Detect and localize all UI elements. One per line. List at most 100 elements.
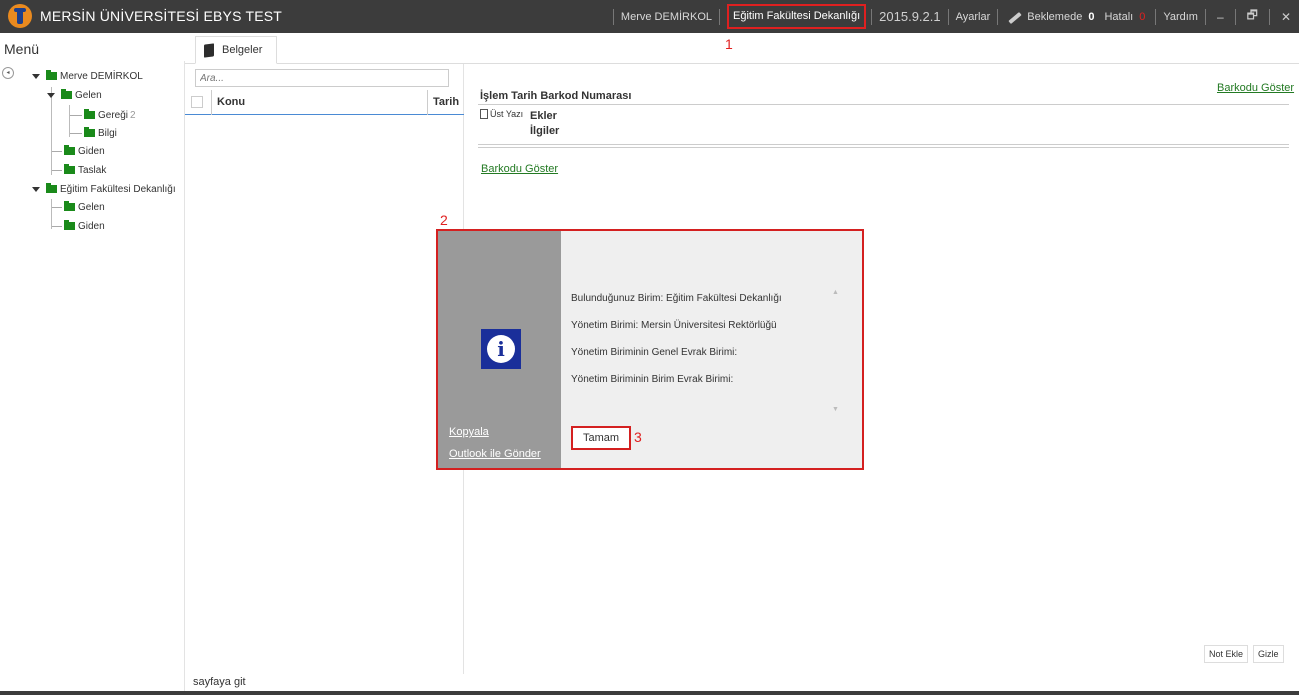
tree-item-user-root[interactable]: Merve DEMİRKOL bbox=[32, 67, 143, 85]
detail-header: İşlem Tarih Barkod Numarası bbox=[480, 90, 632, 102]
tree-label: Giden bbox=[78, 145, 105, 157]
current-unit-button[interactable]: Eğitim Fakültesi Dekanlığı bbox=[727, 4, 867, 29]
tree-connector bbox=[52, 225, 62, 227]
pending-label[interactable]: Beklemede bbox=[1027, 11, 1082, 23]
pending-count: 0 bbox=[1088, 10, 1095, 23]
column-separator bbox=[427, 90, 428, 115]
message-line: Yönetim Biriminin Genel Evrak Birimi: bbox=[571, 347, 738, 358]
separator bbox=[1155, 8, 1157, 25]
message-line: Yönetim Birimi: Mersin Üniversitesi Rekt… bbox=[571, 320, 777, 331]
scroll-down-icon[interactable]: ▼ bbox=[832, 406, 839, 413]
separator bbox=[871, 8, 873, 25]
tree-connector bbox=[52, 169, 62, 171]
column-separator bbox=[211, 90, 212, 115]
tree-item-gelen[interactable]: Gelen bbox=[47, 86, 102, 104]
hide-button[interactable]: Gizle bbox=[1253, 645, 1284, 663]
annotation-marker-1: 1 bbox=[725, 36, 733, 52]
help-link[interactable]: Yardım bbox=[1163, 11, 1198, 23]
column-header-konu[interactable]: Konu bbox=[217, 96, 245, 108]
tree-label: Giden bbox=[78, 220, 105, 232]
folder-icon bbox=[61, 89, 72, 99]
divider bbox=[478, 147, 1289, 148]
separator bbox=[719, 8, 720, 25]
error-count: 0 bbox=[1139, 10, 1146, 23]
tree-connector bbox=[70, 114, 82, 116]
current-user[interactable]: Merve DEMİRKOL bbox=[621, 11, 712, 23]
tree-connector bbox=[52, 206, 62, 208]
send-outlook-link[interactable]: Outlook ile Gönder bbox=[449, 448, 541, 460]
message-scrollbar[interactable]: ▲ ▼ bbox=[829, 289, 841, 413]
separator bbox=[997, 8, 999, 25]
info-glyph: i bbox=[487, 335, 515, 363]
tree-item-unit-giden[interactable]: Giden bbox=[52, 217, 105, 235]
tree-item-giden[interactable]: Giden bbox=[52, 142, 105, 160]
ilgiler-label: İlgiler bbox=[530, 125, 560, 137]
expand-arrow-icon[interactable] bbox=[32, 73, 40, 79]
tree-label: Eğitim Fakültesi Dekanlığı bbox=[60, 183, 176, 195]
tree-label: Bilgi bbox=[98, 127, 117, 139]
tree-item-bilgi[interactable]: Bilgi bbox=[70, 124, 117, 142]
tree-item-unit-root[interactable]: Eğitim Fakültesi Dekanlığı bbox=[32, 180, 176, 198]
unit-info-dialog: i Kopyala Outlook ile Gönder Bulunduğunu… bbox=[436, 229, 864, 470]
copy-link[interactable]: Kopyala bbox=[449, 426, 489, 438]
collapse-menu-button[interactable]: ◂ bbox=[2, 67, 14, 79]
tree-item-unit-gelen[interactable]: Gelen bbox=[52, 198, 105, 216]
bottom-bar bbox=[0, 691, 1299, 695]
folder-icon bbox=[46, 70, 57, 80]
tree-label: Gelen bbox=[75, 89, 102, 101]
dialog-sidebar: i Kopyala Outlook ile Gönder bbox=[438, 231, 561, 468]
show-barcode-link-top[interactable]: Barkodu Göster bbox=[1217, 82, 1294, 94]
version-label: 2015.9.2.1 bbox=[879, 9, 941, 24]
scroll-up-icon[interactable]: ▲ bbox=[832, 289, 839, 296]
folder-icon bbox=[64, 201, 75, 211]
tree-label: Gereği bbox=[98, 109, 129, 121]
ekler-label: Ekler bbox=[530, 110, 557, 122]
ust-yazi-label: Üst Yazı bbox=[490, 109, 524, 119]
divider bbox=[478, 144, 1289, 145]
message-line: Bulunduğunuz Birim: Eğitim Fakültesi Dek… bbox=[571, 293, 782, 304]
select-all-checkbox[interactable] bbox=[191, 96, 203, 108]
expand-arrow-icon[interactable] bbox=[32, 186, 40, 192]
tree-label: Gelen bbox=[78, 201, 105, 213]
folder-icon bbox=[84, 109, 95, 119]
expand-arrow-icon[interactable] bbox=[47, 92, 55, 98]
show-barcode-link[interactable]: Barkodu Göster bbox=[481, 163, 558, 175]
message-line: Yönetim Biriminin Birim Evrak Birimi: bbox=[571, 374, 734, 385]
dialog-content: Bulunduğunuz Birim: Eğitim Fakültesi Dek… bbox=[561, 231, 862, 468]
goto-page-link[interactable]: sayfaya git bbox=[193, 676, 246, 688]
folder-icon bbox=[64, 164, 75, 174]
folder-icon bbox=[84, 127, 95, 137]
ok-button[interactable]: Tamam bbox=[571, 426, 631, 450]
restore-button[interactable]: 🗗 bbox=[1243, 6, 1262, 27]
tab-label: Belgeler bbox=[222, 44, 263, 56]
folder-icon bbox=[46, 183, 57, 193]
book-icon bbox=[204, 42, 214, 58]
titlebar-controls: Merve DEMİRKOL Eğitim Fakültesi Dekanlığ… bbox=[606, 0, 1299, 33]
tree-connector bbox=[52, 150, 62, 152]
tree-item-taslak[interactable]: Taslak bbox=[52, 161, 106, 179]
separator bbox=[1204, 8, 1206, 25]
document-list-pane bbox=[185, 64, 464, 674]
app-title: MERSİN ÜNİVERSİTESİ EBYS TEST bbox=[40, 8, 283, 24]
minimize-button[interactable]: ‒ bbox=[1213, 10, 1228, 24]
ust-yazi-item[interactable]: Üst Yazı bbox=[480, 109, 523, 119]
tree-item-geregi[interactable]: Gereği 2 bbox=[70, 106, 136, 124]
pencil-icon bbox=[1005, 10, 1023, 24]
separator bbox=[612, 8, 614, 25]
tree-label: Taslak bbox=[78, 164, 107, 176]
document-icon bbox=[480, 109, 488, 119]
annotation-marker-2: 2 bbox=[440, 212, 448, 228]
tree-label: Merve DEMİRKOL bbox=[60, 70, 143, 82]
menu-header: Menü bbox=[4, 41, 40, 57]
error-label[interactable]: Hatalı bbox=[1104, 11, 1133, 23]
close-button[interactable]: ✕ bbox=[1277, 10, 1295, 24]
separator bbox=[1268, 8, 1270, 25]
add-note-button[interactable]: Not Ekle bbox=[1204, 645, 1249, 663]
column-header-tarih[interactable]: Tarih bbox=[433, 96, 459, 108]
geregi-count-badge: 2 bbox=[130, 109, 136, 121]
folder-icon bbox=[64, 145, 75, 155]
separator bbox=[947, 8, 949, 25]
tab-belgeler[interactable]: Belgeler bbox=[195, 36, 277, 64]
settings-link[interactable]: Ayarlar bbox=[956, 11, 991, 23]
search-input[interactable] bbox=[195, 69, 449, 87]
